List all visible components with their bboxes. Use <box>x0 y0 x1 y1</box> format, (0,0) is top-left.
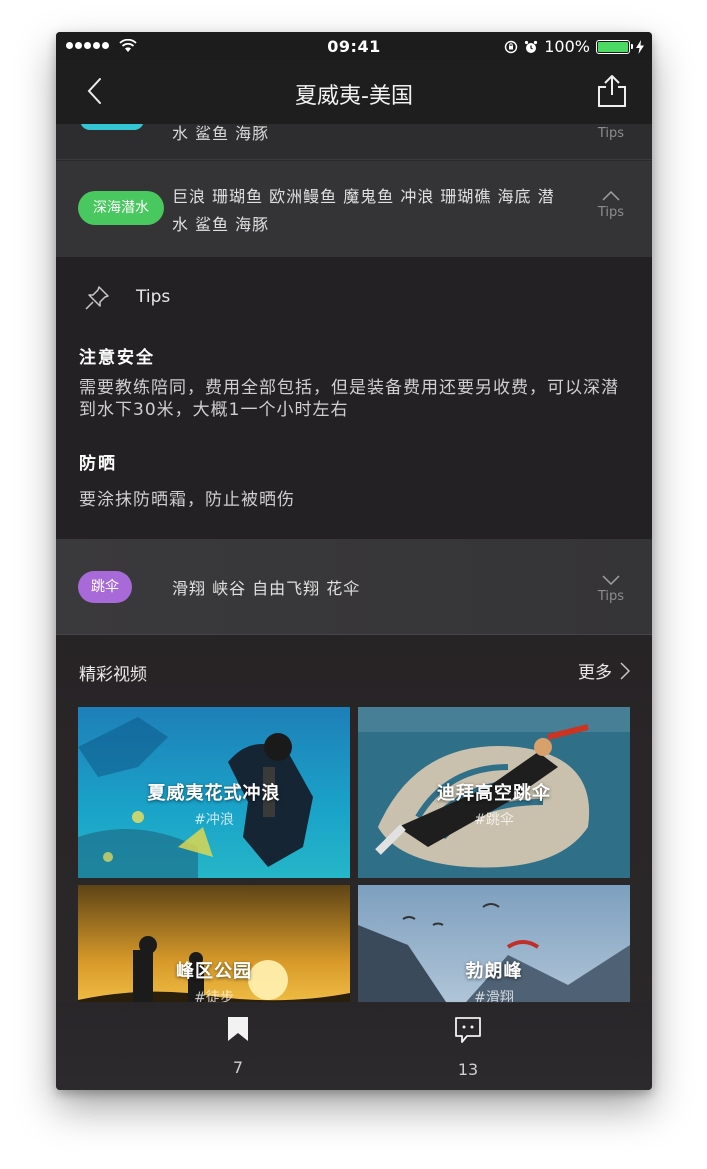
video-title: 勃朗峰 <box>465 961 523 982</box>
chevron-up-icon <box>602 191 620 201</box>
section-title: 精彩视频 <box>79 665 147 685</box>
tags-line: 巨浪 珊瑚鱼 欧洲鳗鱼 魔鬼鱼 冲浪 珊瑚礁 海底 潜 <box>172 187 555 206</box>
tips-panel: Tips 注意安全 需要教练陪同，费用全部包括，但是装备费用还要另收费，可以深潜… <box>56 257 652 539</box>
charging-icon <box>636 39 644 54</box>
video-grid: 夏威夷花式冲浪 #冲浪 迪拜高空跳伞 #跳伞 峰区公园 #徒步 勃朗峰 #滑翔 <box>78 707 630 1003</box>
video-card[interactable]: 迪拜高空跳伞 #跳伞 <box>358 707 630 878</box>
video-tag: #冲浪 <box>194 812 234 828</box>
activity-row-parachute[interactable]: 跳伞 滑翔 峡谷 自由飞翔 花伞 Tips <box>56 539 652 635</box>
comment-button[interactable]: 13 <box>428 1016 508 1079</box>
status-bar: 09:41 100% <box>56 32 652 60</box>
tips-label: Tips <box>597 205 624 220</box>
tips-label: Tips <box>597 126 624 141</box>
share-icon[interactable] <box>596 74 628 108</box>
tips-toggle[interactable]: Tips <box>598 575 624 604</box>
pin-icon <box>85 286 109 310</box>
comment-icon <box>455 1017 481 1043</box>
tips-toggle[interactable]: Tips <box>598 191 624 220</box>
chevron-right-icon <box>620 661 630 680</box>
video-title: 迪拜高空跳伞 <box>437 783 551 804</box>
activity-tags: 滑翔 峡谷 自由飞翔 花伞 <box>172 579 361 598</box>
video-card[interactable]: 勃朗峰 #滑翔 <box>358 885 630 1003</box>
tip-title: 防晒 <box>79 454 117 474</box>
activity-tags: 巨浪 珊瑚鱼 欧洲鳗鱼 魔鬼鱼 冲浪 珊瑚礁 海底 潜 水 鲨鱼 海豚 <box>172 183 582 239</box>
tips-header: Tips <box>136 287 171 307</box>
activity-row-partial[interactable]: 水 鲨鱼 海豚 Tips <box>56 124 652 160</box>
tip-body: 要涂抹防晒霜，防止被晒伤 <box>79 490 295 510</box>
category-pill <box>80 124 144 130</box>
activity-row-diving[interactable]: 深海潜水 巨浪 珊瑚鱼 欧洲鳗鱼 魔鬼鱼 冲浪 珊瑚礁 海底 潜 水 鲨鱼 海豚… <box>56 161 652 257</box>
video-card[interactable]: 夏威夷花式冲浪 #冲浪 <box>78 707 350 878</box>
video-thumbnail <box>78 885 350 1003</box>
activity-tags: 水 鲨鱼 海豚 <box>172 124 270 143</box>
battery-percent: 100% <box>544 37 590 56</box>
video-title: 夏威夷花式冲浪 <box>147 783 281 804</box>
video-card[interactable]: 峰区公园 #徒步 <box>78 885 350 1003</box>
battery-icon <box>596 39 633 54</box>
rotation-lock-icon <box>505 40 518 53</box>
phone-screen: 09:41 100% 夏威夷-美国 水 鲨鱼 海豚 Tips 深海潜水 巨浪 珊… <box>56 32 652 1090</box>
comment-count: 13 <box>457 1060 479 1079</box>
bookmark-count: 7 <box>232 1058 244 1077</box>
tags-line: 水 鲨鱼 海豚 <box>172 215 270 234</box>
video-tag: #滑翔 <box>474 990 514 1003</box>
navigation-bar: 夏威夷-美国 <box>56 60 652 124</box>
tip-body: 需要教练陪同，费用全部包括，但是装备费用还要另收费，可以深潜到水下30米，大概1… <box>79 378 619 420</box>
video-tag: #徒步 <box>194 990 234 1003</box>
category-pill-diving: 深海潜水 <box>78 191 164 225</box>
more-link[interactable]: 更多 <box>578 658 630 683</box>
tips-label: Tips <box>597 589 624 604</box>
chevron-down-icon <box>602 575 620 585</box>
tip-title: 注意安全 <box>79 348 155 368</box>
more-label: 更多 <box>578 663 612 683</box>
bottom-toolbar: 7 13 <box>56 1002 652 1090</box>
bookmark-icon <box>228 1017 248 1041</box>
bookmark-button[interactable]: 7 <box>198 1016 278 1077</box>
category-pill-parachute: 跳伞 <box>78 571 132 603</box>
video-tag: #跳伞 <box>474 812 514 828</box>
video-thumbnail <box>358 885 630 1003</box>
page-title: 夏威夷-美国 <box>295 84 413 109</box>
video-title: 峰区公园 <box>176 961 252 982</box>
alarm-icon <box>525 40 538 53</box>
